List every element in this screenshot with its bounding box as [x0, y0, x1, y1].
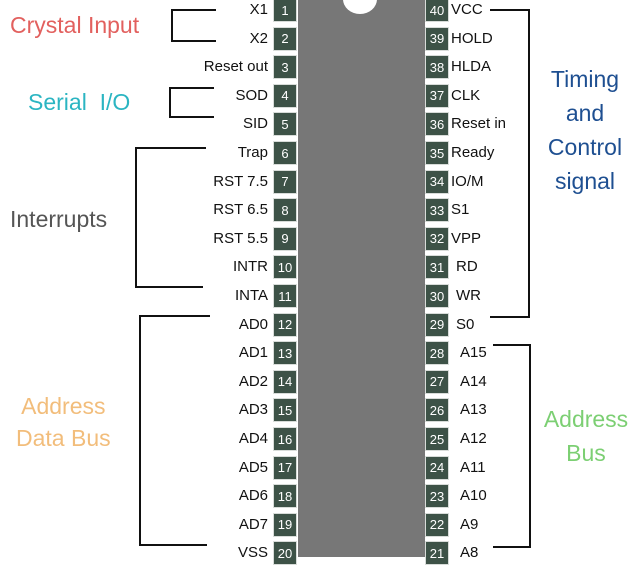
pin-25: 25	[425, 427, 449, 451]
pin-18: 18	[273, 484, 297, 509]
pin-label: IO/M	[451, 172, 484, 190]
pin-label: Trap	[237, 144, 268, 161]
pin-23: 23	[425, 484, 449, 509]
pin-label: Reset out	[203, 58, 268, 76]
pin-label: A8	[460, 544, 479, 562]
pin-label: X1	[249, 1, 268, 18]
pin-33: 33	[425, 198, 449, 223]
pin-17: 17	[273, 455, 297, 480]
pin-label: AD4	[238, 430, 268, 447]
address-data-bracket	[139, 315, 210, 546]
pin-37: 37	[425, 83, 449, 108]
group-label-crystal-input: Crystal Input	[10, 12, 140, 38]
pin-2: 2	[273, 26, 297, 51]
pin-5: 5	[273, 112, 297, 137]
pin-label: RST 7.5	[213, 172, 268, 190]
pin-35: 35	[425, 141, 449, 165]
pin-label: SOD	[235, 86, 268, 104]
pin-label: A10	[460, 487, 487, 505]
pin-label: AD0	[238, 315, 268, 333]
group-label-timing-control: Timing and Control signal	[547, 66, 623, 194]
pin-label: A13	[460, 401, 487, 419]
pin-label: A9	[460, 515, 479, 533]
pin-label: AD2	[238, 372, 268, 390]
pin-30: 30	[425, 284, 449, 308]
pin-label: HLDA	[451, 58, 492, 76]
group-label-address-data-bus: Address Data Bus	[16, 393, 111, 451]
pin-1: 1	[273, 0, 297, 22]
pin-3: 3	[273, 55, 297, 80]
pin-label: AD6	[238, 487, 268, 505]
pin-label: WR	[456, 287, 481, 304]
pin-label: Reset in	[451, 115, 507, 133]
pin-label: Ready	[451, 144, 495, 161]
address-bus-bracket	[493, 344, 531, 548]
group-label-address-bus: Address Bus	[543, 406, 629, 466]
pin-label: A14	[460, 372, 487, 390]
pin-label: S1	[451, 201, 470, 219]
pin-31: 31	[425, 255, 449, 280]
pin-label: AD3	[238, 401, 268, 419]
pin-label: AD7	[238, 515, 268, 533]
pin-label: HOLD	[451, 29, 493, 47]
pin-6: 6	[273, 141, 297, 165]
pin-4: 4	[273, 83, 297, 108]
pin-label: AD5	[238, 458, 268, 476]
pin-7: 7	[273, 169, 297, 194]
pin-label: A15	[460, 344, 487, 362]
pin-34: 34	[425, 169, 449, 194]
pin-39: 39	[425, 26, 449, 51]
pin-13: 13	[273, 341, 297, 366]
interrupts-bracket	[135, 147, 206, 288]
pin-label: RD	[456, 258, 478, 276]
pin-label: S0	[456, 315, 475, 333]
pin-27: 27	[425, 369, 449, 394]
pin-26: 26	[425, 398, 449, 423]
pin-label: INTA	[234, 287, 268, 304]
pin-15: 15	[273, 398, 297, 423]
pin-label: A12	[460, 430, 487, 447]
pin-32: 32	[425, 226, 449, 251]
pin-10: 10	[273, 255, 297, 280]
group-label-interrupts: Interrupts	[10, 206, 108, 232]
pin-label: VSS	[237, 544, 268, 562]
pin-12: 12	[273, 312, 297, 337]
pin-label: VPP	[451, 229, 482, 247]
pin-16: 16	[273, 427, 297, 451]
group-label-serial-io: Serial I/O	[28, 89, 131, 115]
pin-21: 21	[425, 541, 449, 565]
pin-11: 11	[273, 284, 297, 308]
pin-9: 9	[273, 226, 297, 251]
pin-40: 40	[425, 0, 449, 22]
pin-label: RST 5.5	[213, 229, 268, 247]
pin-label: VCC	[451, 1, 483, 18]
bracket-lines	[135, 9, 531, 548]
pin-8: 8	[273, 198, 297, 223]
pin-38: 38	[425, 55, 449, 80]
pin-29: 29	[425, 312, 449, 337]
pin-28: 28	[425, 341, 449, 366]
pin-19: 19	[273, 512, 297, 537]
pin-label: A11	[460, 458, 486, 476]
timing-bracket	[490, 9, 530, 318]
pin-24: 24	[425, 455, 449, 480]
pin-14: 14	[273, 369, 297, 394]
pin-label: AD1	[238, 344, 268, 362]
crystal-bracket	[171, 9, 216, 42]
pin-20: 20	[273, 541, 297, 565]
pin-36: 36	[425, 112, 449, 137]
pin-label: RST 6.5	[213, 201, 268, 219]
serial-bracket	[169, 87, 214, 118]
pin-label: INTR	[233, 258, 268, 276]
pin-label: SID	[242, 115, 268, 133]
pin-label: CLK	[451, 86, 481, 104]
pin-label: X2	[249, 29, 268, 47]
pin-22: 22	[425, 512, 449, 537]
